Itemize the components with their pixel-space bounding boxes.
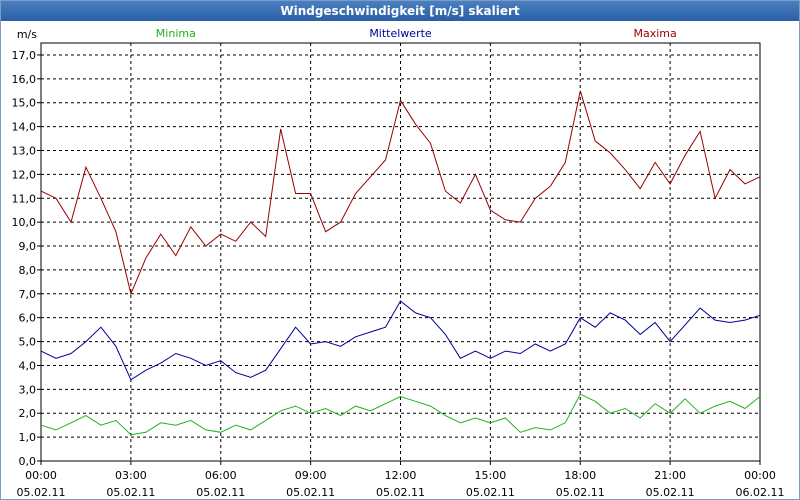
x-tick-time: 18:00	[564, 469, 596, 482]
legend-mittelwerte: Mittelwerte	[369, 27, 432, 40]
x-tick-time: 12:00	[385, 469, 417, 482]
y-tick-label: 3,0	[19, 383, 37, 396]
y-tick-label: 16,0	[12, 73, 37, 86]
x-tick-date: 05.02.11	[106, 486, 155, 499]
x-tick-date: 05.02.11	[196, 486, 245, 499]
x-tick-date: 05.02.11	[286, 486, 335, 499]
y-tick-label: 14,0	[12, 121, 37, 134]
x-tick-date: 05.02.11	[376, 486, 425, 499]
x-tick-time: 03:00	[115, 469, 147, 482]
y-tick-label: 4,0	[19, 359, 37, 372]
x-tick-date: 05.02.11	[466, 486, 515, 499]
y-tick-label: 17,0	[12, 49, 37, 62]
x-tick-time: 00:00	[25, 469, 57, 482]
chart-window: Windgeschwindigkeit [m/s] skaliert 0,0 1,…	[0, 0, 800, 500]
y-tick-label: 9,0	[19, 240, 37, 253]
x-tick-time: 06:00	[205, 469, 237, 482]
wind-speed-chart: 0,0 1,0 2,0 3,0 4,0 5,0 6,0 7,0 8,0 9,0 10,0 11,0 12…	[12, 27, 785, 499]
x-tick-time: 09:00	[295, 469, 327, 482]
y-tick-label: 8,0	[19, 264, 37, 277]
legend-minima: Minima	[156, 27, 196, 40]
legend-maxima: Maxima	[634, 27, 677, 40]
x-tick-time: 00:00	[744, 469, 776, 482]
y-tick-label: 2,0	[19, 407, 37, 420]
y-tick-label: 12,0	[12, 168, 37, 181]
y-tick-label: 7,0	[19, 288, 37, 301]
y-tick-label: 5,0	[19, 336, 37, 349]
y-tick-label: 1,0	[19, 431, 37, 444]
x-tick-time: 15:00	[475, 469, 507, 482]
y-tick-label: 15,0	[12, 97, 37, 110]
x-tick-date: 05.02.11	[17, 486, 66, 499]
y-tick-label: 13,0	[12, 144, 37, 157]
x-tick-date: 05.02.11	[646, 486, 695, 499]
x-tick-date: 05.02.11	[556, 486, 605, 499]
x-tick-time: 21:00	[654, 469, 686, 482]
y-tick-label: 6,0	[19, 312, 37, 325]
y-tick-label: 0,0	[19, 455, 37, 468]
y-tick-label: 11,0	[12, 192, 37, 205]
y-tick-label: 10,0	[12, 216, 37, 229]
y-axis-label: m/s	[17, 28, 37, 41]
x-tick-date: 06.02.11	[736, 486, 785, 499]
